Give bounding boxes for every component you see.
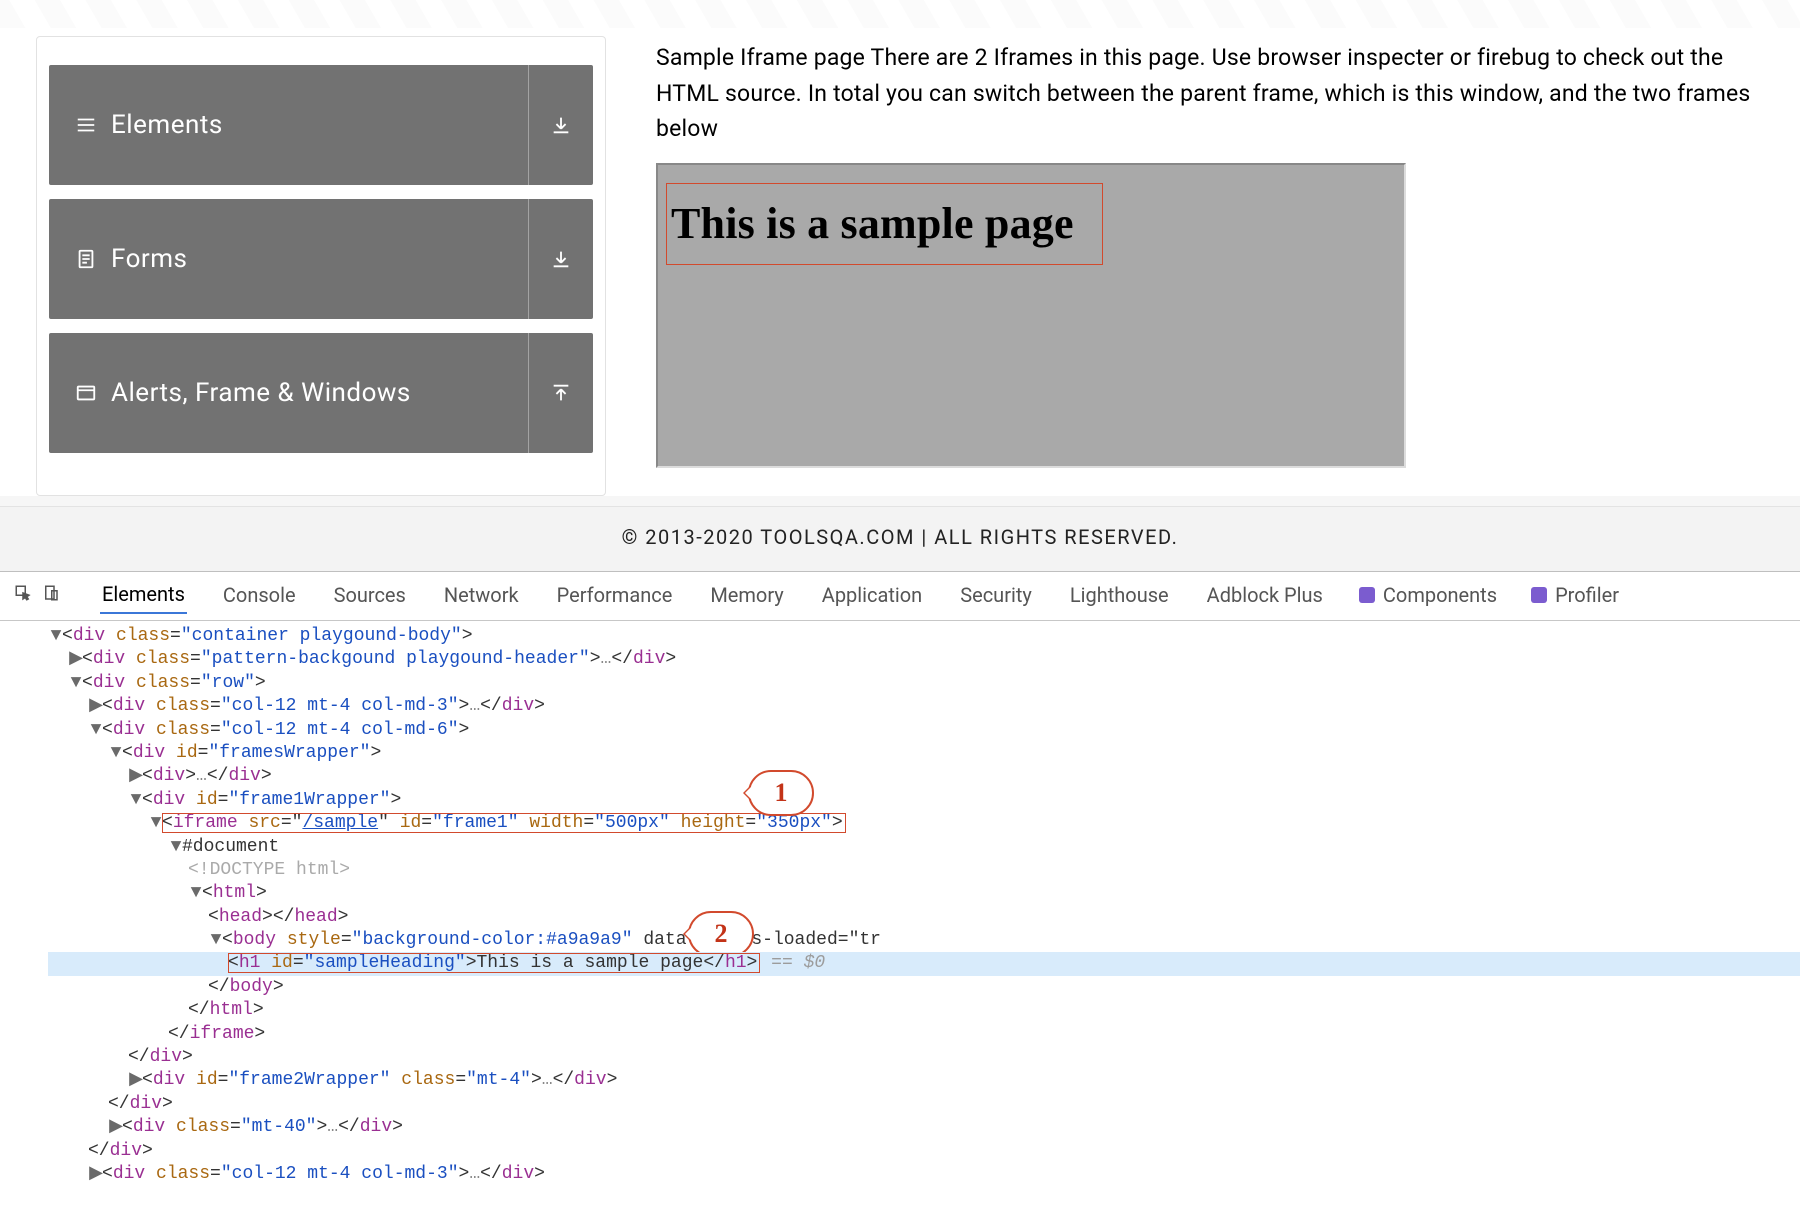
- tab-sources[interactable]: Sources: [332, 577, 408, 613]
- tab-lighthouse[interactable]: Lighthouse: [1068, 577, 1171, 613]
- description-text: Sample Iframe page There are 2 Iframes i…: [656, 40, 1764, 147]
- sample-heading: This is a sample page: [666, 183, 1103, 265]
- dom-tree[interactable]: ▼<div class="container playgound-body">▶…: [0, 621, 1800, 1206]
- tab-memory[interactable]: Memory: [708, 577, 785, 613]
- sidebar-item-label: Elements: [111, 110, 223, 140]
- download-icon[interactable]: [550, 114, 572, 136]
- sidebar-item-forms[interactable]: Forms: [49, 199, 593, 319]
- sidebar-item-alerts-frames-windows[interactable]: Alerts, Frame & Windows: [49, 333, 593, 453]
- window-icon: [75, 382, 97, 404]
- download-icon[interactable]: [550, 248, 572, 270]
- inspect-icon[interactable]: [14, 583, 32, 607]
- tab-adblock[interactable]: Adblock Plus: [1205, 577, 1325, 613]
- page-top: Elements Forms Alerts, Frame & Windows S…: [0, 0, 1800, 496]
- tab-network[interactable]: Network: [442, 577, 521, 613]
- iframe-frame1[interactable]: This is a sample page: [656, 163, 1406, 468]
- footer-text: © 2013-2020 TOOLSQA.COM | ALL RIGHTS RES…: [0, 506, 1800, 571]
- tab-console[interactable]: Console: [221, 577, 298, 613]
- upload-icon[interactable]: [550, 382, 572, 404]
- tab-security[interactable]: Security: [958, 577, 1034, 613]
- tab-profiler[interactable]: Profiler: [1531, 583, 1619, 607]
- sidebar-item-elements[interactable]: Elements: [49, 65, 593, 185]
- tab-performance[interactable]: Performance: [555, 577, 675, 613]
- menu-icon: [75, 114, 97, 136]
- sidebar: Elements Forms Alerts, Frame & Windows: [36, 36, 606, 496]
- main-content: Sample Iframe page There are 2 Iframes i…: [656, 36, 1764, 496]
- sidebar-item-label: Forms: [111, 244, 187, 274]
- tab-application[interactable]: Application: [820, 577, 924, 613]
- form-icon: [75, 248, 97, 270]
- tab-elements[interactable]: Elements: [100, 576, 187, 614]
- device-icon[interactable]: [42, 583, 60, 607]
- tab-components[interactable]: Components: [1359, 583, 1497, 607]
- sidebar-item-label: Alerts, Frame & Windows: [111, 378, 411, 408]
- devtools-tabbar: Elements Console Sources Network Perform…: [0, 572, 1800, 621]
- devtools-panel: Elements Console Sources Network Perform…: [0, 571, 1800, 1206]
